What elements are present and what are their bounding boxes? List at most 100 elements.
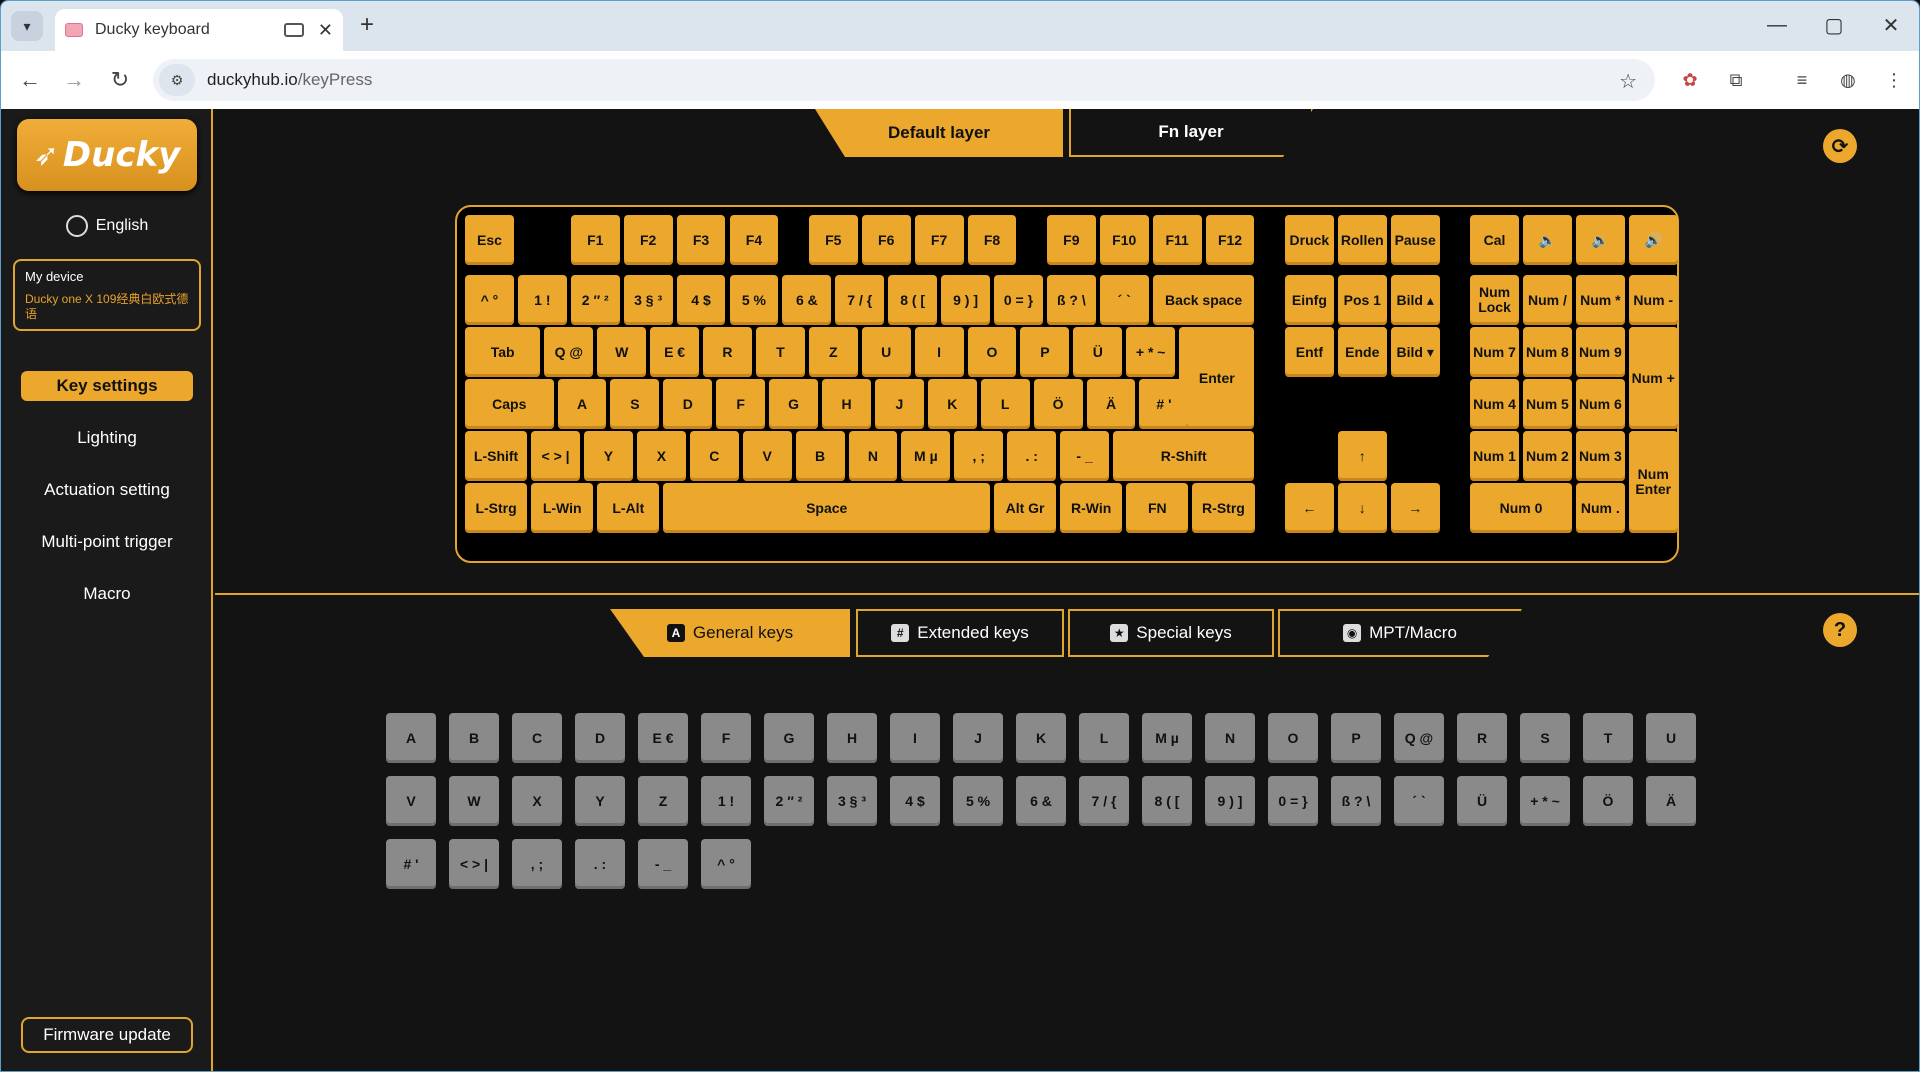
key-51[interactable]: Ö [1033, 379, 1083, 429]
key-39[interactable]: + * ~ [1126, 327, 1176, 377]
general-key-24[interactable]: Y [575, 776, 625, 826]
key-19[interactable]: 6 & [782, 275, 832, 325]
key-15[interactable]: 2 ″ ² [570, 275, 620, 325]
menu-macro[interactable]: Macro [21, 579, 193, 609]
media-control-icon[interactable]: ≡ [1789, 67, 1815, 93]
key-64[interactable]: . : [1007, 431, 1057, 481]
general-key-36[interactable]: ß ? \ [1331, 776, 1381, 826]
general-key-4[interactable]: E € [638, 713, 688, 763]
key-59[interactable]: V [742, 431, 792, 481]
key-56[interactable]: Y [584, 431, 633, 481]
general-key-37[interactable]: ´ ` [1394, 776, 1444, 826]
tab-fn-layer[interactable]: Fn layer [1069, 109, 1313, 157]
key-44[interactable]: D [663, 379, 713, 429]
key-72[interactable]: R-Win [1060, 483, 1123, 533]
key-10[interactable]: F10 [1099, 215, 1149, 265]
key-84[interactable]: ↑ [1337, 431, 1387, 481]
menu-lighting[interactable]: Lighting [21, 423, 193, 453]
browser-menu-icon[interactable]: ⋮ [1881, 67, 1907, 93]
general-key-40[interactable]: Ö [1583, 776, 1633, 826]
key-16[interactable]: 3 § ³ [623, 275, 673, 325]
key-1[interactable]: F1 [570, 215, 620, 265]
key-76[interactable]: Rollen [1337, 215, 1387, 265]
key-74[interactable]: R-Strg [1192, 483, 1255, 533]
memory-saver-icon[interactable] [283, 23, 304, 37]
key-38[interactable]: Ü [1073, 327, 1123, 377]
key-89[interactable]: 🔈 [1523, 215, 1572, 265]
key-46[interactable]: G [769, 379, 819, 429]
general-key-43[interactable]: < > | [449, 839, 499, 889]
key-81[interactable]: Entf [1284, 327, 1334, 377]
key-4[interactable]: F4 [729, 215, 779, 265]
language-selector[interactable]: English [1, 215, 213, 237]
key-78[interactable]: Einfg [1284, 275, 1334, 325]
general-key-28[interactable]: 3 § ³ [827, 776, 877, 826]
general-key-42[interactable]: # ' [386, 839, 436, 889]
general-key-29[interactable]: 4 $ [890, 776, 940, 826]
key-65[interactable]: - _ [1060, 431, 1110, 481]
key-83[interactable]: Bild ▾ [1390, 327, 1440, 377]
general-key-39[interactable]: + * ~ [1520, 776, 1570, 826]
general-key-34[interactable]: 9 ) ] [1205, 776, 1255, 826]
key-106[interactable]: Num Enter [1628, 431, 1678, 533]
sync-icon[interactable]: ⟳ [1823, 129, 1857, 163]
key-12[interactable]: F12 [1205, 215, 1255, 265]
key-35[interactable]: I [914, 327, 964, 377]
general-key-6[interactable]: G [764, 713, 814, 763]
key-34[interactable]: U [861, 327, 911, 377]
key-63[interactable]: , ; [954, 431, 1004, 481]
key-91[interactable]: 🔊 [1628, 215, 1678, 265]
site-settings-icon[interactable]: ⚙ [159, 64, 195, 96]
key-13[interactable]: ^ ° [465, 275, 514, 325]
tab-extended-keys[interactable]: # Extended keys [856, 609, 1064, 657]
key-21[interactable]: 8 ( [ [888, 275, 938, 325]
key-62[interactable]: M µ [901, 431, 951, 481]
general-key-47[interactable]: ^ ° [701, 839, 751, 889]
key-75[interactable]: Druck [1284, 215, 1334, 265]
key-104[interactable]: Num 2 [1523, 431, 1572, 481]
key-88[interactable]: Cal [1470, 215, 1519, 265]
general-key-3[interactable]: D [575, 713, 625, 763]
key-33[interactable]: Z [808, 327, 858, 377]
key-77[interactable]: Pause [1390, 215, 1440, 265]
key-49[interactable]: K [927, 379, 977, 429]
general-key-22[interactable]: W [449, 776, 499, 826]
general-key-45[interactable]: . : [575, 839, 625, 889]
firmware-update-button[interactable]: Firmware update [21, 1017, 193, 1053]
key-85[interactable]: ← [1284, 483, 1334, 533]
key-37[interactable]: P [1020, 327, 1070, 377]
general-key-44[interactable]: , ; [512, 839, 562, 889]
key-43[interactable]: S [610, 379, 660, 429]
general-key-27[interactable]: 2 ″ ² [764, 776, 814, 826]
general-key-8[interactable]: I [890, 713, 940, 763]
url-text[interactable]: duckyhub.io/keyPress [207, 70, 372, 90]
menu-actuation-setting[interactable]: Actuation setting [21, 475, 193, 505]
key-82[interactable]: Ende [1337, 327, 1387, 377]
key-2[interactable]: F2 [623, 215, 673, 265]
key-73[interactable]: FN [1126, 483, 1189, 533]
key-66[interactable]: R-Shift [1113, 431, 1255, 481]
general-key-21[interactable]: V [386, 776, 436, 826]
bookmark-star-icon[interactable]: ☆ [1619, 69, 1637, 94]
key-36[interactable]: O [967, 327, 1017, 377]
general-key-15[interactable]: P [1331, 713, 1381, 763]
key-32[interactable]: T [755, 327, 805, 377]
general-key-11[interactable]: L [1079, 713, 1129, 763]
key-98[interactable]: Num 9 [1575, 327, 1625, 377]
general-key-16[interactable]: Q @ [1394, 713, 1444, 763]
general-key-46[interactable]: - _ [638, 839, 688, 889]
key-42[interactable]: A [557, 379, 607, 429]
tab-special-keys[interactable]: ★ Special keys [1068, 609, 1274, 657]
key-28[interactable]: Q @ [544, 327, 594, 377]
address-bar[interactable]: ⚙ duckyhub.io/keyPress ☆ [153, 59, 1655, 101]
extension-icon[interactable]: ✿ [1677, 67, 1703, 93]
key-52[interactable]: Ä [1086, 379, 1136, 429]
key-11[interactable]: F11 [1152, 215, 1202, 265]
key-57[interactable]: X [636, 431, 686, 481]
help-icon[interactable]: ? [1823, 613, 1857, 647]
profile-avatar[interactable]: ◍ [1835, 67, 1861, 93]
general-key-13[interactable]: N [1205, 713, 1255, 763]
general-key-23[interactable]: X [512, 776, 562, 826]
key-87[interactable]: → [1390, 483, 1440, 533]
general-key-1[interactable]: B [449, 713, 499, 763]
